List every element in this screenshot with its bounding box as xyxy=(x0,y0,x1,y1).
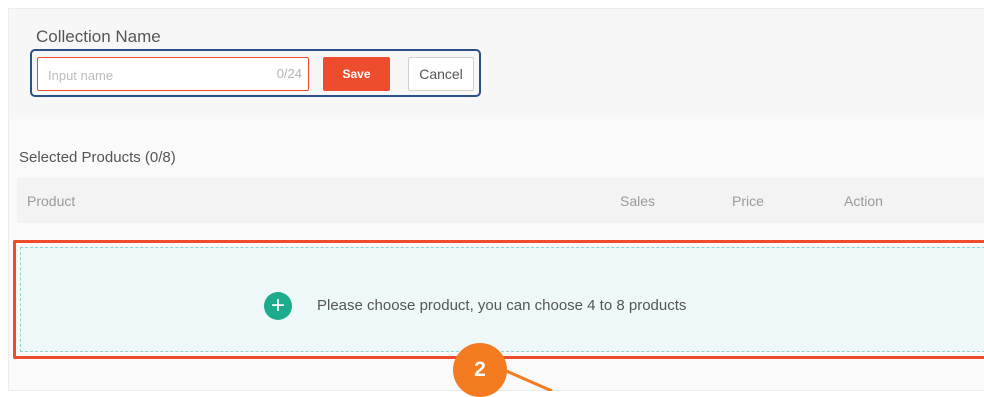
save-button[interactable]: Save xyxy=(323,57,390,91)
plus-circle-icon[interactable]: + xyxy=(264,292,292,320)
add-product-area[interactable]: + Please choose product, you can choose … xyxy=(20,247,984,352)
annotation-arrow xyxy=(503,368,553,391)
char-counter: 0/24 xyxy=(276,66,302,81)
step-number: 2 xyxy=(453,343,507,397)
selected-products-title: Selected Products (0/8) xyxy=(19,149,176,166)
add-product-highlight: + Please choose product, you can choose … xyxy=(13,240,984,359)
collection-edit-highlight: 0/24 Save Cancel xyxy=(30,49,481,97)
column-header-sales: Sales xyxy=(620,193,656,209)
column-header-product: Product xyxy=(27,193,76,209)
collection-name-input[interactable] xyxy=(46,58,260,92)
add-product-message[interactable]: Please choose product, you can choose 4 … xyxy=(317,297,686,314)
collection-name-label: Collection Name xyxy=(36,27,161,46)
collection-card: Collection Name 0/24 Save Cancel Selecte… xyxy=(8,8,984,391)
cancel-button[interactable]: Cancel xyxy=(408,57,474,91)
products-table-header: Product Sales Price Action xyxy=(17,178,984,223)
collection-name-field[interactable]: 0/24 xyxy=(37,57,309,92)
column-header-price: Price xyxy=(732,193,764,209)
column-header-action: Action xyxy=(844,193,883,209)
collection-name-section: Collection Name 0/24 Save Cancel xyxy=(9,9,984,119)
